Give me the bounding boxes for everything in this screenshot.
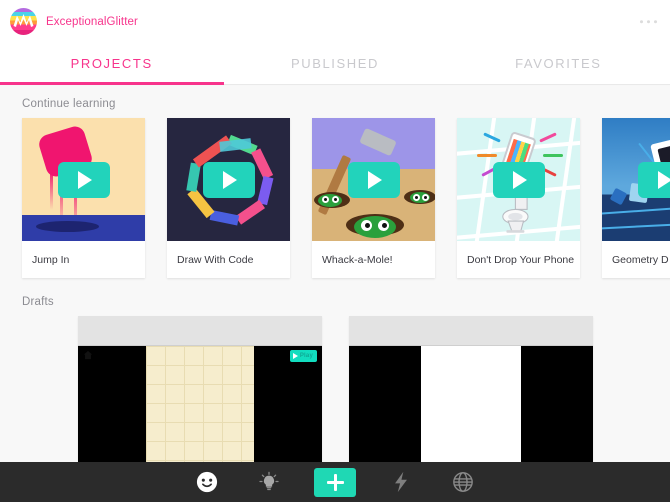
brand[interactable]: ExceptionalGlitter [10, 8, 138, 35]
draft-toolbar [78, 316, 322, 346]
play-icon[interactable] [202, 161, 255, 198]
draft-toolbar [349, 316, 593, 346]
main-content: Continue learning Jump In Draw With Code… [0, 86, 670, 462]
card-title: Whack-a-Mole! [322, 253, 393, 266]
play-icon [292, 353, 298, 359]
draft-preview[interactable]: Play [78, 346, 322, 462]
learning-card[interactable]: Draw With Code [167, 118, 290, 278]
dot [639, 19, 643, 24]
learning-card[interactable]: Don't Drop Your Phone [457, 118, 580, 278]
play-badge-label: Play [299, 353, 313, 359]
card-thumbnail[interactable] [312, 118, 435, 241]
globe-glyph [453, 472, 473, 492]
play-icon[interactable] [637, 161, 670, 198]
learning-card[interactable]: Jump In [22, 118, 145, 278]
continue-learning-label: Continue learning [22, 98, 116, 110]
bottom-toolbar [0, 462, 670, 502]
dot [646, 19, 650, 24]
smiley-face-glyph [196, 471, 218, 493]
active-tab-indicator [0, 82, 224, 85]
tab-favorites[interactable]: FAVORITES [447, 43, 670, 84]
learning-card[interactable]: Whack-a-Mole! [312, 118, 435, 278]
tab-bar: PROJECTS PUBLISHED FAVORITES [0, 43, 670, 85]
drafts-label: Drafts [22, 296, 54, 308]
lightbulb-glyph [259, 471, 279, 491]
play-icon[interactable] [347, 161, 400, 198]
card-thumbnail[interactable] [167, 118, 290, 241]
draft-item[interactable]: Play [78, 316, 322, 462]
continue-learning-row[interactable]: Jump In Draw With Code Whack-a-Mole! Don… [0, 118, 670, 278]
tab-projects[interactable]: PROJECTS [0, 43, 223, 84]
brand-name: ExceptionalGlitter [46, 15, 138, 28]
card-thumbnail[interactable] [22, 118, 145, 241]
play-icon[interactable] [57, 161, 110, 198]
draft-canvas [421, 346, 521, 462]
smiley-face-icon[interactable] [190, 467, 224, 497]
home-icon [83, 350, 93, 360]
globe-icon[interactable] [446, 467, 480, 497]
rainbow-circle-logo-icon [10, 8, 37, 35]
tab-published[interactable]: PUBLISHED [223, 43, 446, 84]
learning-card[interactable]: Geometry D [602, 118, 670, 278]
card-title: Jump In [32, 253, 70, 266]
card-thumbnail[interactable] [602, 118, 670, 241]
drafts-row[interactable]: Play [0, 316, 670, 462]
lightbulb-icon[interactable] [252, 467, 286, 497]
lightning-bolt-glyph [395, 471, 407, 493]
card-title: Don't Drop Your Phone [467, 253, 575, 266]
draft-item[interactable] [349, 316, 593, 462]
app-header: ExceptionalGlitter [0, 0, 670, 43]
toilet-icon [502, 193, 529, 233]
card-title: Draw With Code [177, 253, 254, 266]
card-thumbnail[interactable] [457, 118, 580, 241]
play-icon[interactable] [492, 161, 545, 198]
plus-icon [326, 473, 344, 491]
dot [653, 19, 657, 24]
draft-canvas [146, 346, 254, 462]
card-title: Geometry D [612, 253, 669, 266]
logo-w-glyph [13, 14, 34, 27]
lightning-bolt-icon[interactable] [384, 467, 418, 497]
new-project-button[interactable] [314, 467, 356, 497]
more-options-icon[interactable] [639, 19, 657, 24]
play-badge[interactable]: Play [289, 350, 317, 362]
draft-preview[interactable] [349, 346, 593, 462]
